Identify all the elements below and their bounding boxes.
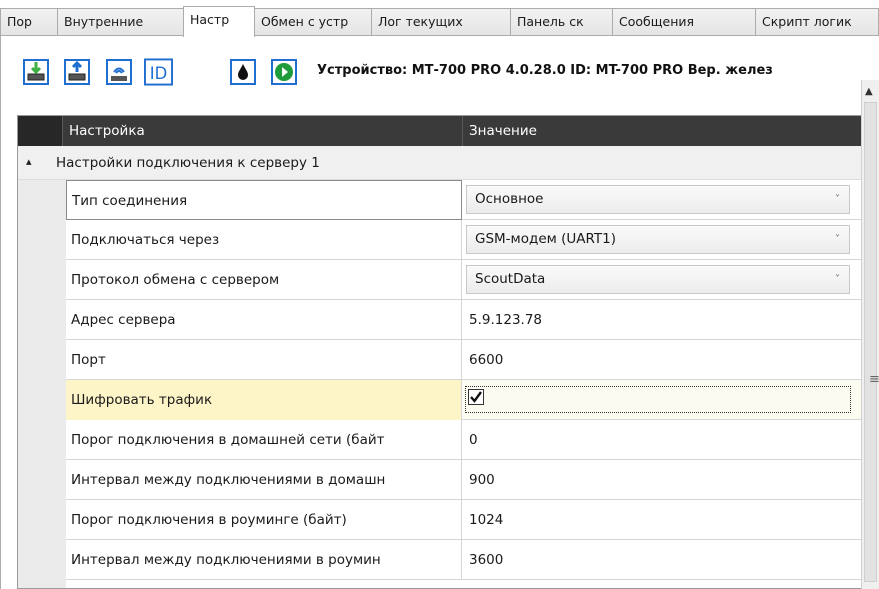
tab-panel[interactable]: Панель ск (510, 8, 613, 36)
checkmark-icon (470, 391, 482, 403)
setting-name: Адрес сервера (66, 300, 462, 340)
vertical-scrollbar[interactable]: ▲ ≡ (861, 80, 879, 589)
setting-value-cell: Основное ˅ (463, 180, 863, 220)
roaming-threshold-field[interactable]: 1024 (463, 500, 863, 540)
column-header-value[interactable]: Значение (462, 116, 863, 146)
table-row[interactable]: Порог подключения в роуминге (байт) 1024 (66, 500, 863, 540)
tab-logic-script[interactable]: Скрипт логик (755, 8, 879, 36)
home-interval-field[interactable]: 900 (463, 460, 863, 500)
protocol-select[interactable]: ScoutData ˅ (466, 265, 850, 294)
row-gutter (18, 180, 66, 588)
table-row[interactable]: Подключаться через GSM-модем (UART1) ˅ (66, 220, 863, 260)
setting-value-cell: GSM-модем (UART1) ˅ (463, 220, 863, 260)
tab-bar: Пор Внутренние Настр Обмен с устр Лог те… (0, 0, 879, 37)
play-icon (270, 58, 297, 85)
device-info: Устройство: МТ-700 PRO 4.0.28.0 ID: MT-7… (317, 63, 773, 78)
table-row[interactable]: Порт 6600 (66, 340, 863, 380)
table-row[interactable]: Порог подключения в домашней сети (байт … (66, 420, 863, 460)
column-header-setting[interactable]: Настройка (62, 116, 462, 146)
device-connect-icon (105, 58, 132, 85)
table-row[interactable]: Протокол обмена с сервером ScoutData ˅ (66, 260, 863, 300)
encrypt-traffic-checkbox[interactable] (468, 389, 484, 405)
upload-button[interactable] (62, 57, 91, 86)
chevron-down-icon: ˅ (835, 194, 840, 205)
tab-settings[interactable]: Настр (183, 6, 255, 37)
connection-type-select[interactable]: Основное ˅ (466, 185, 850, 214)
tab-bar-divider (0, 35, 879, 36)
drop-icon (229, 58, 256, 85)
drop-button[interactable] (228, 57, 257, 86)
port-field[interactable]: 6600 (463, 340, 863, 380)
download-button[interactable] (21, 57, 50, 86)
scrollbar-thumb[interactable]: ≡ (864, 102, 879, 582)
grip-icon: ≡ (869, 372, 879, 387)
tab-label: Обмен с устр (261, 14, 349, 29)
scroll-up-icon[interactable]: ▲ (865, 86, 873, 97)
tab-label: Лог текущих (378, 14, 463, 29)
table-row[interactable]: Адрес сервера 5.9.123.78 (66, 300, 863, 340)
setting-name: Порт (66, 340, 462, 380)
grid-header: Настройка Значение (18, 116, 863, 146)
settings-panel: ID Устройство: МТ-700 PRO 4.0.28.0 ID: M… (0, 36, 879, 589)
chevron-down-icon: ˅ (835, 234, 840, 245)
group-server-connection[interactable]: ▴ Настройки подключения к серверу 1 (18, 146, 863, 180)
table-row[interactable]: Тип соединения Основное ˅ (66, 180, 863, 220)
server-address-field[interactable]: 5.9.123.78 (463, 300, 863, 340)
tab-label: Скрипт логик (762, 14, 852, 29)
home-threshold-field[interactable]: 0 (463, 420, 863, 460)
setting-name: Порог подключения в домашней сети (байт (66, 420, 462, 460)
setting-name: Подключаться через (66, 220, 462, 260)
roaming-interval-field[interactable]: 3600 (463, 540, 863, 580)
setting-name: Порог подключения в роуминге (байт) (66, 500, 462, 540)
group-label: Настройки подключения к серверу 1 (56, 155, 320, 171)
setting-name: Шифровать трафик (66, 380, 462, 420)
tab-current-log[interactable]: Лог текущих (371, 8, 511, 36)
id-button[interactable]: ID (144, 57, 173, 86)
setting-value-cell: ScoutData ˅ (463, 260, 863, 300)
settings-grid: Настройка Значение ▴ Настройки подключен… (17, 115, 864, 589)
play-button[interactable] (269, 57, 298, 86)
connect-via-select[interactable]: GSM-модем (UART1) ˅ (466, 225, 850, 254)
table-row[interactable]: Интервал между подключениями в роумин 36… (66, 540, 863, 580)
focus-rectangle (465, 386, 851, 413)
collapse-chevron-icon[interactable]: ▴ (26, 155, 32, 168)
id-text: ID (150, 63, 168, 82)
tab-device-exchange[interactable]: Обмен с устр (254, 8, 372, 36)
tab-label: Сообщения (619, 14, 695, 29)
download-to-device-icon (22, 58, 49, 85)
tab-internal[interactable]: Внутренние (57, 8, 184, 36)
setting-name: Интервал между подключениями в домашн (66, 460, 462, 500)
grid-corner (18, 116, 62, 146)
table-row[interactable]: Шифровать трафик (66, 380, 863, 420)
setting-name: Тип соединения (66, 180, 462, 220)
tab-por[interactable]: Пор (0, 8, 58, 36)
select-value: GSM-модем (UART1) (475, 231, 616, 247)
tab-label: Панель ск (517, 14, 584, 29)
id-icon: ID (144, 57, 173, 86)
upload-from-device-icon (63, 58, 90, 85)
setting-name: Протокол обмена с сервером (66, 260, 462, 300)
chevron-down-icon: ˅ (835, 274, 840, 285)
select-value: ScoutData (475, 271, 546, 287)
toolbar: ID Устройство: МТ-700 PRO 4.0.28.0 ID: M… (1, 36, 879, 116)
tab-label: Внутренние (64, 14, 144, 29)
tab-messages[interactable]: Сообщения (612, 8, 756, 36)
select-value: Основное (475, 191, 544, 207)
tab-label: Настр (190, 12, 230, 27)
connect-device-button[interactable] (104, 57, 133, 86)
setting-name: Интервал между подключениями в роумин (66, 540, 462, 580)
tab-label: Пор (7, 14, 32, 29)
table-row[interactable]: Интервал между подключениями в домашн 90… (66, 460, 863, 500)
setting-value-cell (463, 380, 863, 420)
